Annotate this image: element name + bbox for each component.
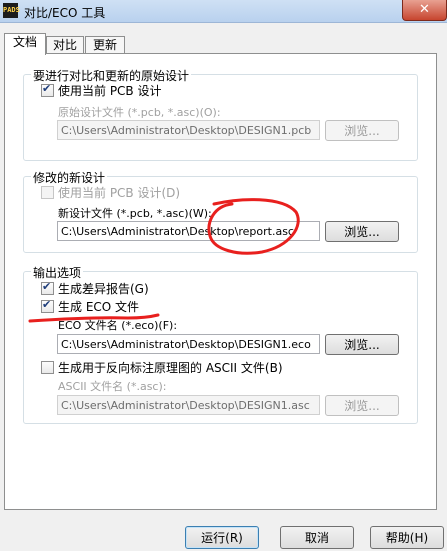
modified-design-group: 修改的新设计 使用当前 PCB 设计(D) 新设计文件 (*.pcb, *.as… xyxy=(23,169,418,253)
ascii-name-label: ASCII 文件名 (*.asc): xyxy=(58,380,167,393)
new-browse-button[interactable]: 浏览... xyxy=(325,221,399,242)
close-button[interactable]: ✕ xyxy=(402,0,447,21)
tab-documents[interactable]: 文档 xyxy=(4,33,46,55)
diff-report-label: 生成差异报告(G) xyxy=(58,282,149,296)
original-file-input[interactable]: C:\Users\Administrator\Desktop\DESIGN1.p… xyxy=(57,120,320,140)
ascii-name-input[interactable]: C:\Users\Administrator\Desktop\DESIGN1.a… xyxy=(57,395,320,415)
new-file-input[interactable]: C:\Users\Administrator\Desktop\report.as… xyxy=(57,221,320,241)
app-icon: PADS xyxy=(3,3,20,18)
help-button[interactable]: 帮助(H) xyxy=(370,526,444,549)
original-file-label: 原始设计文件 (*.pcb, *.asc)(O): xyxy=(58,106,221,119)
ascii-file-label: 生成用于反向标注原理图的 ASCII 文件(B) xyxy=(58,361,283,375)
output-options-title: 输出选项 xyxy=(31,264,84,281)
cancel-button[interactable]: 取消 xyxy=(280,526,354,549)
run-button[interactable]: 运行(R) xyxy=(185,526,259,549)
output-options-group: 输出选项 生成差异报告(G) 生成 ECO 文件 ECO 文件名 (*.eco)… xyxy=(23,264,418,424)
tab-panel-documents: 要进行对比和更新的原始设计 使用当前 PCB 设计 原始设计文件 (*.pcb,… xyxy=(4,53,437,510)
new-file-label: 新设计文件 (*.pcb, *.asc)(W): xyxy=(58,207,212,220)
title-bar: PADS 对比/ECO 工具 ✕ xyxy=(0,0,447,23)
eco-file-label: 生成 ECO 文件 xyxy=(58,300,140,314)
eco-name-label: ECO 文件名 (*.eco)(F): xyxy=(58,319,178,332)
use-current-pcb-d-checkbox[interactable] xyxy=(41,186,54,199)
tab-update[interactable]: 更新 xyxy=(85,36,125,54)
ascii-browse-button[interactable]: 浏览... xyxy=(325,395,399,416)
eco-browse-button[interactable]: 浏览... xyxy=(325,334,399,355)
eco-name-input[interactable]: C:\Users\Administrator\Desktop\DESIGN1.e… xyxy=(57,334,320,354)
eco-file-checkbox[interactable] xyxy=(41,298,54,313)
use-current-pcb-label: 使用当前 PCB 设计 xyxy=(58,84,162,98)
window-title: 对比/ECO 工具 xyxy=(24,6,106,20)
tab-compare[interactable]: 对比 xyxy=(46,36,84,54)
use-current-pcb-checkbox[interactable] xyxy=(41,82,54,97)
diff-report-checkbox[interactable] xyxy=(41,280,54,295)
original-browse-button[interactable]: 浏览... xyxy=(325,120,399,141)
ascii-file-checkbox[interactable] xyxy=(41,361,54,374)
use-current-pcb-d-label: 使用当前 PCB 设计(D) xyxy=(58,186,181,200)
original-design-group: 要进行对比和更新的原始设计 使用当前 PCB 设计 原始设计文件 (*.pcb,… xyxy=(23,67,418,161)
